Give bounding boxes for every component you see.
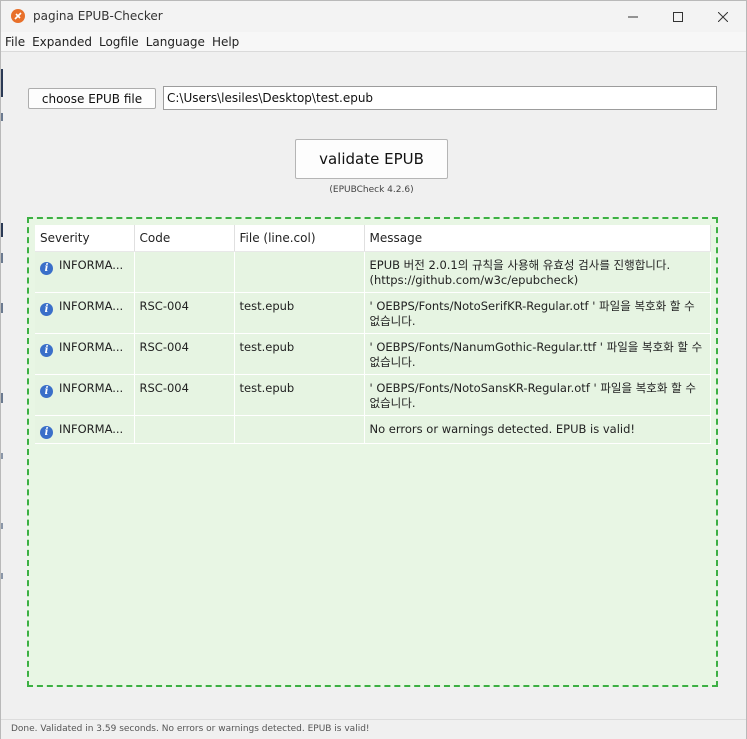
message-cell: ' OEBPS/Fonts/NotoSerifKR-Regular.otf ' … xyxy=(364,292,711,334)
close-button[interactable] xyxy=(700,1,746,32)
menu-help[interactable]: Help xyxy=(212,35,239,49)
maximize-button[interactable] xyxy=(655,1,701,32)
left-edge-strip xyxy=(1,53,4,719)
app-window: pagina EPUB-Checker File Expanded Logfil… xyxy=(0,0,747,739)
menu-file[interactable]: File xyxy=(5,35,25,49)
severity-cell: i INFORMA... xyxy=(35,333,135,375)
message-cell: No errors or warnings detected. EPUB is … xyxy=(364,415,711,444)
info-icon: i xyxy=(40,425,53,439)
title-bar[interactable]: pagina EPUB-Checker xyxy=(1,1,746,32)
header-file[interactable]: File (line.col) xyxy=(234,225,365,252)
menu-logfile[interactable]: Logfile xyxy=(99,35,139,49)
minimize-button[interactable] xyxy=(610,1,656,32)
severity-cell: i INFORMA... xyxy=(35,251,135,293)
menu-language[interactable]: Language xyxy=(146,35,205,49)
header-severity[interactable]: Severity xyxy=(35,225,135,252)
maximize-icon xyxy=(673,11,683,22)
status-bar: Done. Validated in 3.59 seconds. No erro… xyxy=(1,719,746,739)
close-icon xyxy=(718,11,728,22)
file-cell xyxy=(234,415,365,444)
severity-cell: i INFORMA... xyxy=(35,415,135,444)
severity-text: INFORMA... xyxy=(59,421,124,436)
severity-text: INFORMA... xyxy=(59,298,124,313)
table-header-row: Severity Code File (line.col) Message xyxy=(35,225,711,252)
code-cell: RSC-004 xyxy=(134,292,235,334)
code-cell: RSC-004 xyxy=(134,374,235,416)
table-row[interactable]: i INFORMA... No errors or warnings detecte… xyxy=(35,415,711,444)
menu-bar: File Expanded Logfile Language Help xyxy=(1,32,746,52)
code-cell: RSC-004 xyxy=(134,333,235,375)
message-cell: ' OEBPS/Fonts/NotoSansKR-Regular.otf ' 파… xyxy=(364,374,711,416)
info-icon: i xyxy=(40,302,53,316)
code-cell xyxy=(134,251,235,293)
info-icon: i xyxy=(40,384,53,398)
choose-epub-button[interactable]: choose EPUB file xyxy=(28,88,156,109)
severity-text: INFORMA... xyxy=(59,257,124,272)
file-cell xyxy=(234,251,365,293)
message-cell: ' OEBPS/Fonts/NanumGothic-Regular.ttf ' … xyxy=(364,333,711,375)
severity-text: INFORMA... xyxy=(59,380,124,395)
app-logo-icon xyxy=(11,9,25,23)
window-title: pagina EPUB-Checker xyxy=(33,9,163,23)
results-drop-panel[interactable]: Severity Code File (line.col) Message iI… xyxy=(27,217,718,687)
table-row[interactable]: i INFORMA... RSC-004 test.epub ' OEBPS/Fonts… xyxy=(35,333,711,375)
info-icon: i xyxy=(40,261,53,275)
minimize-icon xyxy=(628,16,638,17)
file-cell: test.epub xyxy=(234,292,365,334)
file-cell: test.epub xyxy=(234,333,365,375)
file-cell: test.epub xyxy=(234,374,365,416)
header-code[interactable]: Code xyxy=(134,225,235,252)
severity-text: INFORMA... xyxy=(59,339,124,354)
severity-cell: i INFORMA... xyxy=(35,292,135,334)
header-message[interactable]: Message xyxy=(364,225,711,252)
table-row[interactable]: i INFORMA... EPUB 버전 2.0.1의 규칙을 사용해 유효성 검사… xyxy=(35,251,711,293)
message-cell: EPUB 버전 2.0.1의 규칙을 사용해 유효성 검사를 진행합니다. (h… xyxy=(364,251,711,293)
results-table: Severity Code File (line.col) Message iI… xyxy=(35,225,711,444)
table-row[interactable]: i INFORMA... RSC-004 test.epub ' OEBPS/Fonts… xyxy=(35,374,711,416)
epubcheck-version: (EPUBCheck 4.2.6) xyxy=(329,185,414,195)
info-icon: i xyxy=(40,343,53,357)
menu-expanded[interactable]: Expanded xyxy=(32,35,92,49)
code-cell xyxy=(134,415,235,444)
epub-path-input[interactable] xyxy=(163,86,717,110)
table-row[interactable]: i INFORMA... RSC-004 test.epub ' OEBPS/Fonts… xyxy=(35,292,711,334)
validate-epub-button[interactable]: validate EPUB xyxy=(295,139,448,179)
severity-cell: i INFORMA... xyxy=(35,374,135,416)
